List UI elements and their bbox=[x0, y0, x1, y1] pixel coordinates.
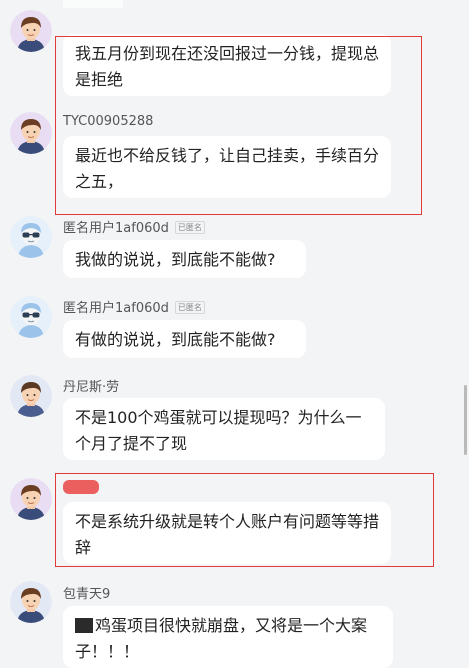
man-avatar-icon[interactable] bbox=[10, 375, 52, 417]
username-text[interactable]: 匿名用户1af060d bbox=[63, 301, 169, 316]
message-text: 鸡蛋项目很快就崩盘，又将是一个大案子！！！ bbox=[75, 616, 368, 661]
message-bubble: 有做的说说，到底能不能做? bbox=[63, 320, 306, 358]
anonymous-avatar-icon[interactable] bbox=[10, 296, 52, 338]
highlight-box bbox=[55, 473, 434, 567]
username[interactable]: 丹尼斯·劳 bbox=[63, 376, 119, 395]
message-bubble: 不是100个鸡蛋就可以提现吗？为什么一个月了提不了现 bbox=[63, 398, 385, 460]
man-avatar-icon[interactable] bbox=[10, 581, 52, 623]
scrollbar[interactable] bbox=[464, 385, 467, 455]
username-text[interactable]: 匿名用户1af060d bbox=[63, 221, 169, 236]
username[interactable]: 包青天9 bbox=[63, 583, 110, 602]
message-text: 有做的说说，到底能不能做? bbox=[75, 330, 276, 349]
message-text: 我做的说说，到底能不能做? bbox=[75, 250, 276, 269]
highlight-box bbox=[55, 36, 422, 215]
message-bubble: 我做的说说，到底能不能做? bbox=[63, 240, 306, 278]
redacted-name-top bbox=[63, 0, 123, 8]
username[interactable]: 匿名用户1af060d 已匿名 bbox=[63, 297, 205, 316]
man-avatar-icon[interactable] bbox=[10, 10, 52, 52]
message-bubble: 鸡蛋项目很快就崩盘，又将是一个大案子！！！ bbox=[63, 606, 393, 668]
man-avatar-icon[interactable] bbox=[10, 478, 52, 520]
anonymous-badge: 已匿名 bbox=[174, 221, 205, 234]
anonymous-avatar-icon[interactable] bbox=[10, 216, 52, 258]
anonymous-badge: 已匿名 bbox=[174, 301, 205, 314]
message-text: 不是100个鸡蛋就可以提现吗？为什么一个月了提不了现 bbox=[75, 408, 362, 453]
man-avatar-icon[interactable] bbox=[10, 112, 52, 154]
username[interactable]: 匿名用户1af060d 已匿名 bbox=[63, 217, 205, 236]
redacted-text bbox=[75, 618, 93, 633]
